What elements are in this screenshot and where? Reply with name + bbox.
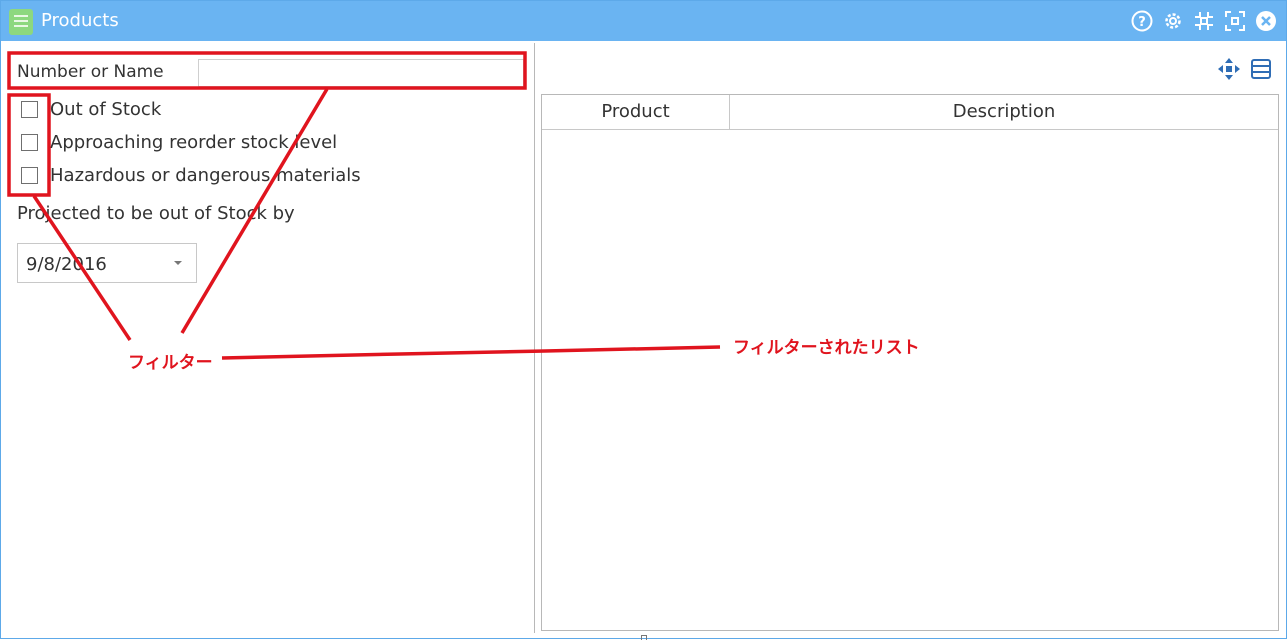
products-window: Products ? Number or Name Out of Stock A… — [0, 0, 1287, 640]
products-grid: Product Description — [541, 94, 1279, 631]
checkbox[interactable] — [21, 134, 38, 151]
checkbox[interactable] — [21, 101, 38, 118]
column-header-product[interactable]: Product — [542, 95, 730, 129]
checkbox-label: Approaching reorder stock level — [50, 132, 338, 153]
checkbox-label: Out of Stock — [50, 99, 162, 120]
annotation-filter-label: フィルター — [128, 353, 213, 373]
resize-handle-icon[interactable] — [641, 635, 647, 640]
checkbox-label: Hazardous or dangerous materials — [50, 165, 361, 186]
window-title: Products — [41, 10, 119, 31]
search-label: Number or Name — [17, 62, 164, 82]
maximize-icon[interactable] — [1224, 10, 1246, 32]
number-or-name-input[interactable] — [198, 59, 524, 87]
restore-icon[interactable] — [1193, 10, 1215, 32]
column-header-description[interactable]: Description — [730, 95, 1278, 129]
menu-icon[interactable] — [1250, 59, 1272, 79]
gear-icon[interactable] — [1162, 10, 1184, 32]
filter-pane: Number or Name Out of Stock Approaching … — [3, 43, 535, 633]
dropdown-arrow-icon[interactable] — [174, 261, 182, 265]
search-row: Number or Name — [17, 59, 526, 87]
title-bar[interactable]: Products ? — [1, 1, 1286, 41]
date-value: 9/8/2016 — [26, 254, 107, 275]
close-icon[interactable] — [1255, 10, 1277, 32]
projected-label: Projected to be out of Stock by — [17, 203, 295, 224]
svg-text:?: ? — [1138, 15, 1146, 30]
move-icon[interactable] — [1217, 57, 1241, 81]
notebook-icon — [9, 9, 33, 35]
grid-header: Product Description — [542, 95, 1278, 130]
help-icon[interactable]: ? — [1131, 10, 1153, 32]
checkbox[interactable] — [21, 167, 38, 184]
annotation-list-label: フィルターされたリスト — [733, 338, 920, 358]
date-picker[interactable]: 9/8/2016 — [17, 243, 197, 283]
